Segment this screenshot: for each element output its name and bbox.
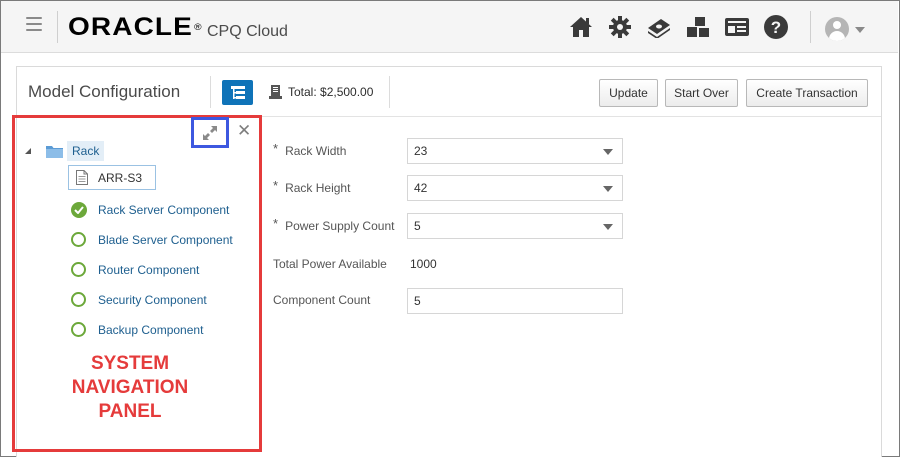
nav-item-label[interactable]: Router Component (98, 263, 199, 277)
gear-icon[interactable] (606, 13, 634, 41)
rack-height-label: * Rack Height (273, 178, 351, 196)
component-count-label: Component Count (273, 293, 371, 307)
tree-node-rack[interactable]: Rack (24, 141, 105, 161)
chevron-down-icon (603, 224, 613, 230)
home-icon[interactable] (567, 13, 595, 41)
id-card-icon[interactable] (723, 13, 751, 41)
chevron-down-icon[interactable] (855, 27, 865, 33)
hamburger-menu-icon[interactable] (26, 17, 42, 33)
system-navigation-panel-annotation: SYSTEM NAVIGATION PANEL (71, 353, 189, 422)
nav-item-label[interactable]: Backup Component (98, 323, 203, 337)
tree-view-toggle-button[interactable] (222, 80, 253, 105)
update-button[interactable]: Update (599, 79, 658, 107)
nav-item-rack-server-component[interactable]: Rack Server Component (71, 202, 229, 218)
empty-circle-icon (71, 292, 86, 307)
nav-item-security-component[interactable]: Security Component (71, 292, 207, 307)
configuration-toolbar: Model Configuration Total: $2,500.00 Upd… (17, 67, 881, 117)
document-icon (76, 170, 88, 185)
total-power-available-label: Total Power Available (273, 257, 387, 271)
total-price-label: Total: $2,500.00 (288, 85, 374, 99)
rack-width-select[interactable]: 23 (407, 138, 623, 164)
oracle-logo: ORACLE® (68, 13, 203, 41)
toolbar-divider (389, 76, 390, 108)
nav-item-blade-server-component[interactable]: Blade Server Component (71, 232, 233, 247)
collapse-triangle-icon[interactable] (24, 147, 32, 155)
check-circle-icon (71, 202, 87, 218)
create-transaction-button[interactable]: Create Transaction (746, 79, 868, 107)
product-name: CPQ Cloud (207, 23, 288, 40)
close-panel-icon[interactable]: ✕ (237, 122, 251, 139)
nav-item-router-component[interactable]: Router Component (71, 262, 199, 277)
user-avatar-icon[interactable] (825, 17, 849, 41)
header-divider (810, 11, 811, 43)
total-power-available-value: 1000 (410, 257, 437, 271)
rack-height-select[interactable]: 42 (407, 175, 623, 201)
help-icon[interactable]: ? (762, 13, 790, 41)
receipt-icon (269, 85, 282, 99)
header-divider (57, 11, 58, 43)
blocks-icon[interactable] (684, 13, 712, 41)
top-header: ORACLE® CPQ Cloud ? (1, 1, 898, 53)
empty-circle-icon (71, 322, 86, 337)
component-count-field[interactable]: 5 (407, 288, 623, 314)
tree-icon (230, 85, 245, 99)
tree-node-label[interactable]: Rack (67, 141, 105, 161)
empty-circle-icon (71, 262, 86, 277)
expand-arrows-icon (203, 125, 217, 140)
tree-node-model[interactable]: ARR-S3 (68, 165, 156, 190)
power-supply-count-select[interactable]: 5 (407, 213, 623, 239)
chevron-down-icon (603, 186, 613, 192)
start-over-button[interactable]: Start Over (665, 79, 738, 107)
money-icon[interactable] (645, 13, 673, 41)
expand-panel-button[interactable] (191, 117, 229, 148)
total-price: Total: $2,500.00 (269, 84, 373, 100)
nav-item-label[interactable]: Rack Server Component (98, 203, 229, 217)
power-supply-count-label: * Power Supply Count (273, 216, 395, 234)
nav-item-label[interactable]: Blade Server Component (98, 233, 233, 247)
nav-item-label[interactable]: Security Component (98, 293, 207, 307)
svg-text:?: ? (771, 18, 781, 37)
tree-node-label: ARR-S3 (98, 170, 143, 185)
folder-icon (46, 145, 63, 158)
chevron-down-icon (603, 149, 613, 155)
page-title: Model Configuration (28, 82, 181, 101)
toolbar-divider (210, 76, 211, 108)
header-icon-bar: ? (567, 13, 801, 41)
empty-circle-icon (71, 232, 86, 247)
rack-width-label: * Rack Width (273, 141, 347, 159)
nav-item-backup-component[interactable]: Backup Component (71, 322, 203, 337)
